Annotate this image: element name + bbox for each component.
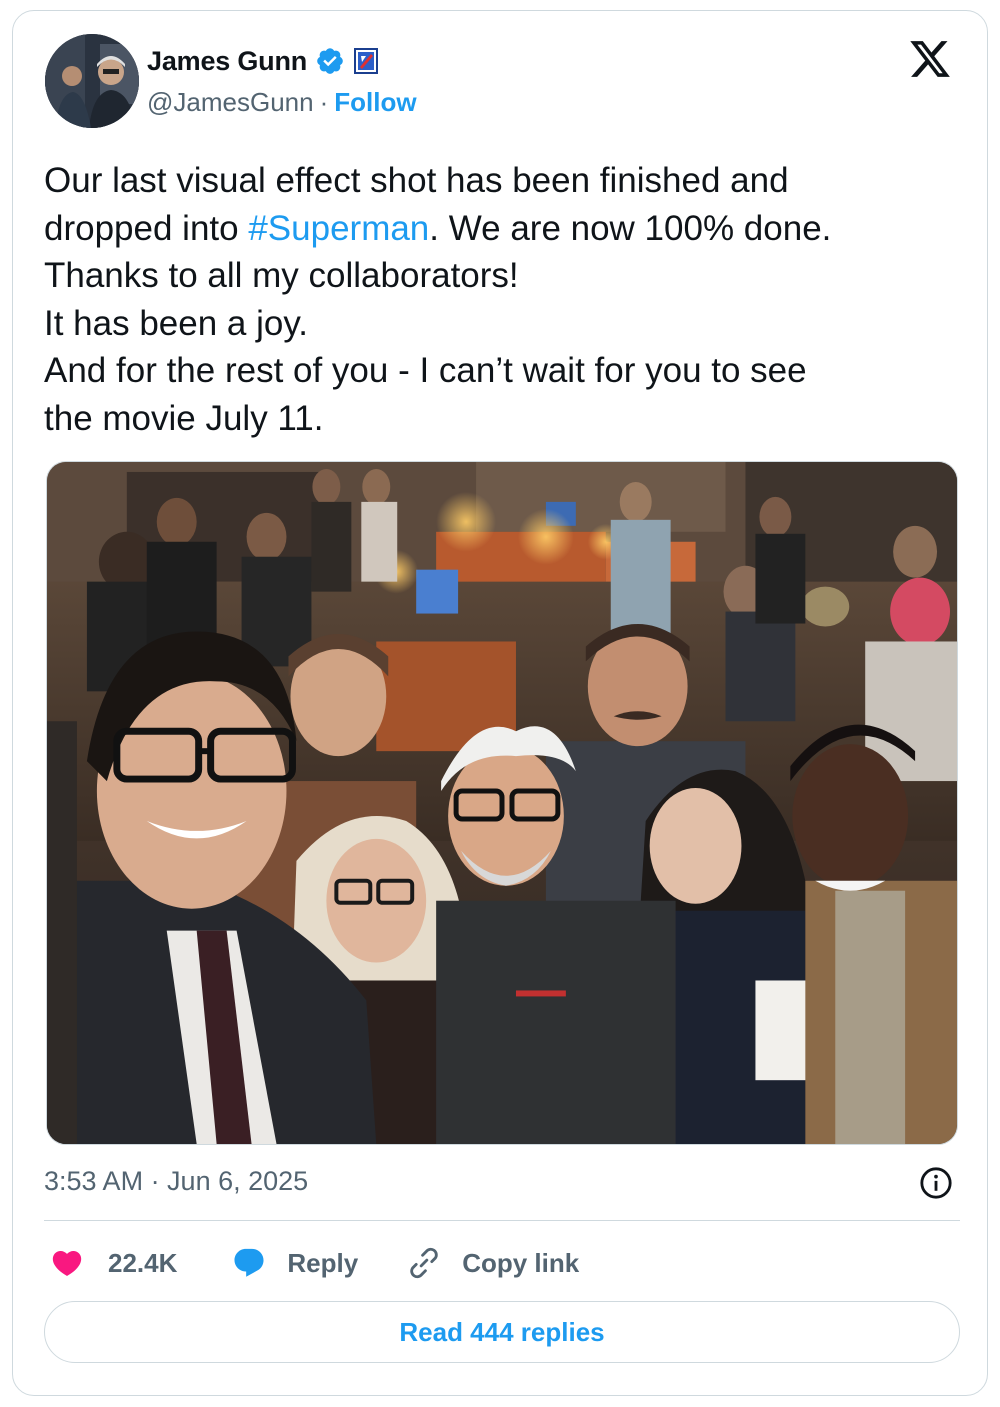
handle-separator: ·	[319, 87, 329, 117]
tweet-timestamp[interactable]: 3:53 AM · Jun 6, 2025	[44, 1166, 308, 1197]
action-bar: 22.4K Reply Copy link	[49, 1241, 579, 1285]
tweet-line: It has been a joy.	[44, 300, 944, 348]
avatar[interactable]	[45, 34, 139, 128]
divider	[44, 1220, 960, 1221]
tweet-text: Our last visual effect shot has been fin…	[44, 157, 944, 442]
tweet-line: And for the rest of you - I can’t wait f…	[44, 347, 944, 395]
tweet-line: dropped into #Superman. We are now 100% …	[44, 205, 944, 253]
tweet-line: the movie July 11.	[44, 395, 944, 443]
affiliate-badge-icon	[353, 47, 379, 75]
copy-link-button[interactable]: Copy link	[406, 1246, 579, 1280]
tweet-media-photo[interactable]	[46, 461, 958, 1145]
reply-label: Reply	[287, 1247, 359, 1278]
tweet-text-segment: the movie July 11.	[44, 398, 324, 438]
hashtag-link[interactable]: #Superman	[248, 209, 429, 248]
tweet-line: Thanks to all my collaborators!	[44, 252, 944, 300]
avatar-photo	[45, 34, 139, 128]
author-handle-row: @JamesGunn · Follow	[147, 87, 417, 118]
heart-icon	[52, 1250, 82, 1276]
info-icon[interactable]	[919, 1166, 953, 1200]
tweet-text-segment: And for the rest of you - I can’t wait f…	[44, 351, 807, 390]
reply-button[interactable]: Reply	[231, 1246, 358, 1280]
tweet-text-segment: dropped into	[44, 208, 249, 248]
copy-link-label: Copy link	[462, 1247, 580, 1278]
tweet-text-segment: Our last visual effect shot has been fin…	[44, 161, 789, 200]
author-display-name[interactable]: James Gunn	[147, 46, 307, 77]
x-logo-icon[interactable]	[907, 37, 953, 81]
reply-bubble-icon	[234, 1248, 264, 1277]
author-name-row: James Gunn	[147, 41, 379, 81]
tweet-line: Our last visual effect shot has been fin…	[44, 157, 944, 205]
read-replies-button[interactable]: Read 444 replies	[44, 1301, 960, 1363]
like-count: 22.4K	[108, 1247, 178, 1278]
follow-button[interactable]: Follow	[334, 87, 416, 118]
verified-badge-icon	[315, 46, 345, 76]
like-button[interactable]: 22.4K	[49, 1246, 177, 1280]
link-icon	[410, 1247, 438, 1279]
group-selfie-image	[47, 462, 957, 1144]
tweet-card: James Gunn @JamesGunn · Follow Our last …	[12, 10, 988, 1396]
author-handle[interactable]: @JamesGunn	[147, 87, 314, 118]
tweet-text-segment: . We are now 100% done.	[429, 208, 832, 248]
tweet-text-segment: It has been a joy.	[44, 303, 308, 343]
tweet-text-segment: Thanks to all my collaborators!	[44, 256, 519, 295]
